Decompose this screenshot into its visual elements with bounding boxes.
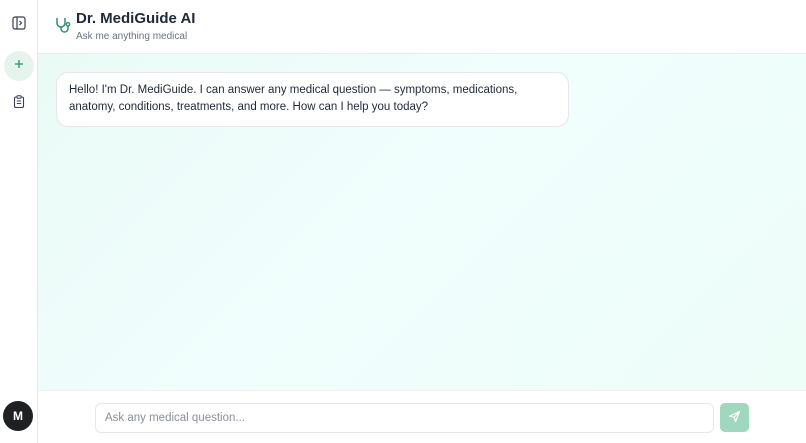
user-avatar[interactable]: M: [3, 401, 33, 431]
send-icon: [728, 410, 741, 426]
message-input[interactable]: [95, 403, 714, 433]
page-subtitle: Ask me anything medical: [76, 31, 188, 42]
clipboard-icon: [13, 95, 25, 113]
composer: [38, 390, 806, 443]
assistant-message: Hello! I'm Dr. MediGuide. I can answer a…: [56, 72, 569, 127]
chat-area: Hello! I'm Dr. MediGuide. I can answer a…: [38, 54, 806, 390]
new-chat-button[interactable]: [4, 51, 34, 81]
sidebar-toggle-icon: [12, 15, 26, 35]
sidebar-rail: M: [0, 0, 38, 443]
stethoscope-icon: [54, 16, 72, 34]
avatar-initial: M: [13, 409, 23, 423]
records-button[interactable]: [4, 89, 34, 119]
chat-header: Dr. MediGuide AI Ask me anything medical: [38, 0, 806, 54]
plus-icon: [13, 57, 25, 75]
sidebar-toggle-button[interactable]: [4, 10, 34, 40]
send-button[interactable]: [720, 403, 749, 432]
page-title: Dr. MediGuide AI: [76, 10, 196, 27]
